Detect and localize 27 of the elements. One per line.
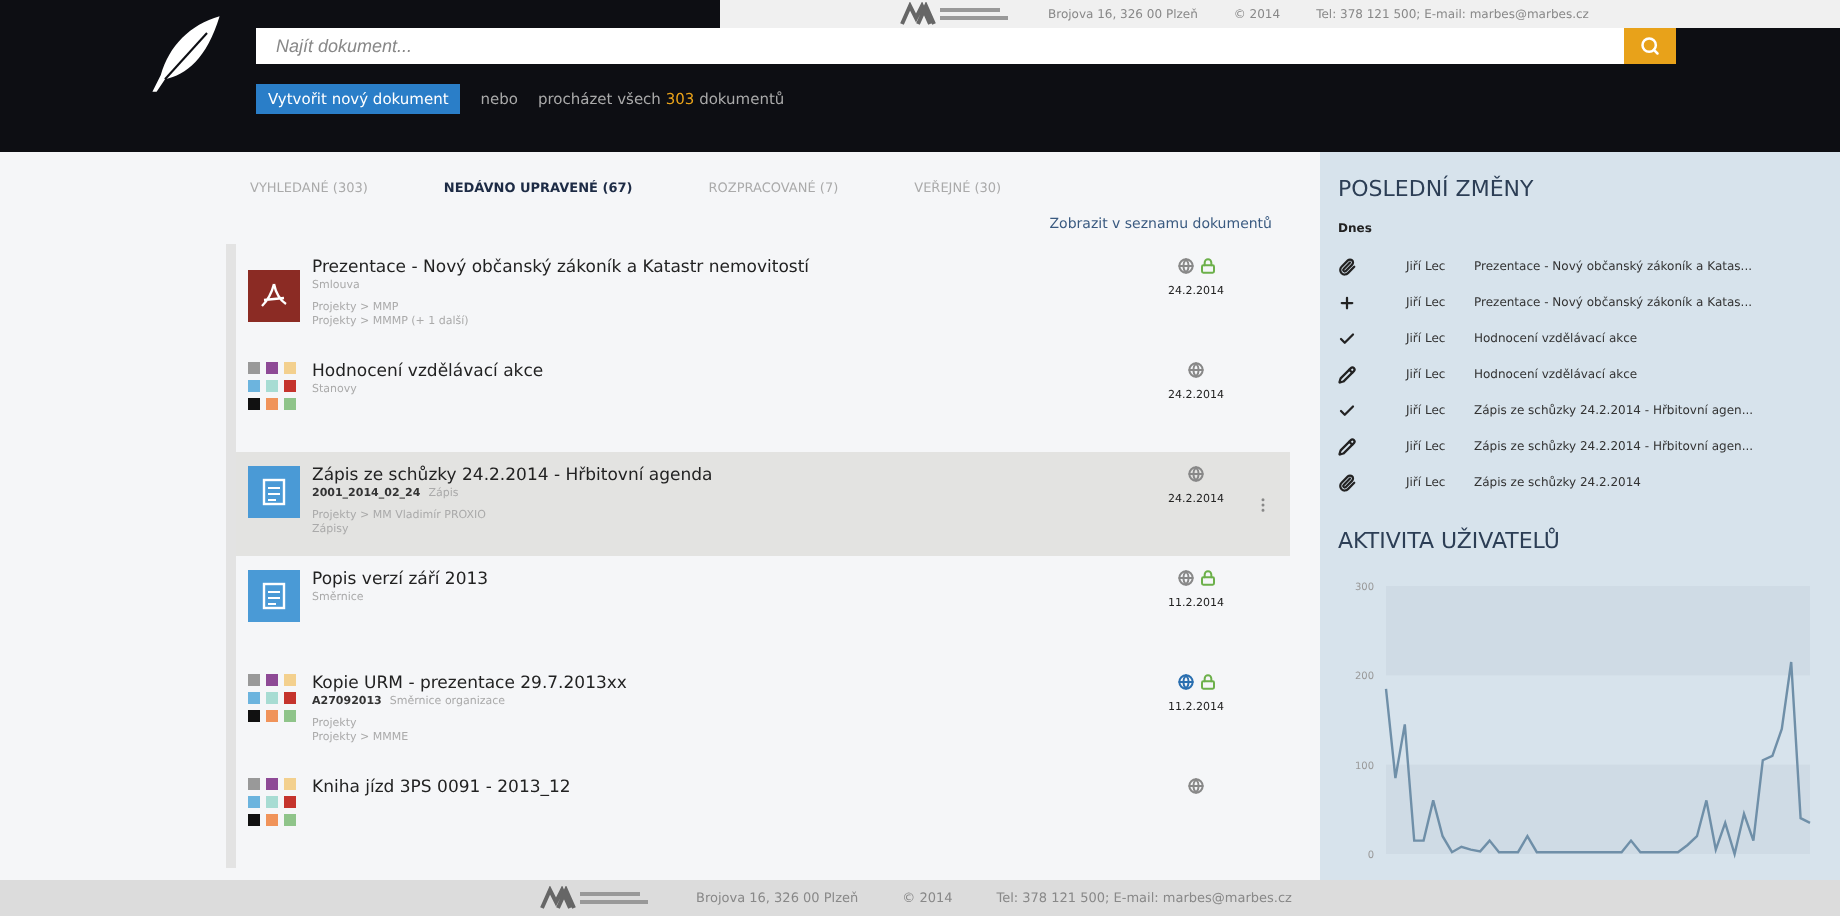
document-icon: [248, 466, 300, 518]
check-icon: [1338, 401, 1356, 419]
document-title: Kniha jízd 3PS 0091 - 2013_12: [312, 778, 573, 798]
paperclip-icon: [1338, 257, 1356, 275]
company-logo: [900, 2, 1012, 26]
document-title: Kopie URM - prezentace 29.7.2013xx: [312, 674, 629, 694]
plus-icon: [1338, 293, 1356, 311]
document-row[interactable]: Kniha jízd 3PS 0091 - 2013_12: [236, 764, 1290, 868]
section-title: AKTIVITA UŽIVATELŮ: [1338, 528, 1562, 554]
document-title: Zápis ze schůzky 24.2.2014 - Hřbitovní agenda: [312, 466, 715, 486]
document-title: Popis verzí září 2013: [312, 570, 491, 590]
search-button[interactable]: [1624, 28, 1676, 64]
color-tiles-icon: [248, 674, 300, 726]
document-icon: [248, 570, 300, 622]
pencil-icon: [1338, 365, 1356, 383]
document-title: Prezentace - Nový občanský zákoník a Katastr nemovitostí: [312, 258, 812, 278]
section-title: POSLEDNÍ ZMĚNY: [1338, 176, 1536, 202]
paperclip-icon: [1338, 473, 1356, 491]
company-logo: [540, 886, 652, 910]
document-title: Hodnocení vzdělávací akce: [312, 362, 546, 382]
pdf-file-icon: [248, 270, 300, 322]
color-tiles-icon: [248, 778, 300, 830]
pencil-icon: [1338, 437, 1356, 455]
check-icon: [1338, 329, 1356, 347]
search-icon: [1640, 36, 1660, 56]
search-field[interactable]: Najít dokument...: [256, 28, 1624, 64]
color-tiles-icon: [248, 362, 300, 414]
